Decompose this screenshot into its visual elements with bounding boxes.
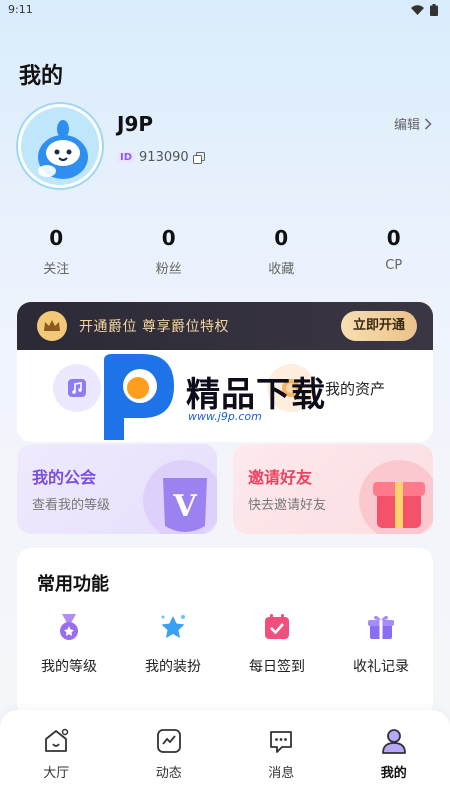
- svg-text:V: V: [172, 489, 197, 524]
- stat-favorites[interactable]: 0 收藏: [225, 226, 338, 277]
- status-bar: 9:11: [0, 0, 450, 22]
- user-icon: [379, 726, 409, 756]
- stat-label: CP: [385, 258, 403, 273]
- common-features-panel: 常用功能 我的等级 我的装扮 每日签到 收礼记录: [17, 548, 433, 718]
- tab-label: 消息: [268, 766, 295, 781]
- invite-gift-icon: [359, 460, 433, 534]
- vip-card: 开通爵位 尊享爵位特权 立即开通 我的空间 我的资产: [17, 302, 433, 442]
- page-title: 我的: [19, 64, 64, 89]
- tab-label: 动态: [155, 766, 182, 781]
- star-sparkle-icon: [156, 610, 190, 644]
- user-id: 913090: [139, 150, 189, 165]
- status-icons: [411, 4, 438, 16]
- activity-icon: [154, 726, 184, 756]
- calendar-check-icon: [260, 610, 294, 644]
- stat-cp[interactable]: 0 CP: [338, 226, 450, 277]
- edit-profile-link[interactable]: 编辑: [394, 114, 432, 133]
- chevron-right-icon: [424, 117, 432, 130]
- edit-label: 编辑: [393, 118, 420, 133]
- feature-my-outfit[interactable]: 我的装扮: [121, 610, 225, 676]
- feature-label: 每日签到: [249, 659, 305, 675]
- music-note-icon: [53, 364, 101, 412]
- gift-icon: [364, 610, 398, 644]
- chat-icon: [266, 726, 296, 756]
- feature-gift-records[interactable]: 收礼记录: [329, 610, 433, 676]
- assets-icon: [267, 364, 315, 412]
- tab-activity[interactable]: 动态: [113, 710, 226, 800]
- medal-icon: [52, 610, 86, 644]
- wifi-icon: [411, 5, 424, 15]
- invite-friends-card[interactable]: 邀请好友 快去邀请好友: [233, 444, 433, 534]
- feature-label: 收礼记录: [353, 659, 409, 675]
- guild-title: 我的公会: [32, 468, 97, 487]
- battery-icon: [430, 4, 438, 16]
- my-space-label: 我的空间: [111, 379, 172, 398]
- status-time: 9:11: [8, 3, 33, 16]
- stat-value: 0: [386, 226, 401, 250]
- stat-fans[interactable]: 0 粉丝: [113, 226, 226, 277]
- vip-banner[interactable]: 开通爵位 尊享爵位特权 立即开通: [17, 302, 433, 350]
- user-id-row: ID 913090: [117, 150, 205, 165]
- username: J9P: [117, 112, 154, 136]
- home-icon: [41, 726, 71, 756]
- avatar[interactable]: [18, 104, 102, 188]
- my-space-shortcut[interactable]: 我的空间: [53, 364, 171, 412]
- stat-following[interactable]: 0 关注: [0, 226, 113, 277]
- my-assets-shortcut[interactable]: 我的资产: [267, 364, 385, 412]
- feature-label: 我的等级: [41, 659, 97, 675]
- vip-shortcuts: 我的空间 我的资产: [17, 350, 433, 442]
- stat-value: 0: [161, 226, 176, 250]
- guild-subtitle: 查看我的等级: [32, 498, 111, 513]
- stat-value: 0: [274, 226, 289, 250]
- tab-label: 大厅: [43, 766, 70, 781]
- features-title: 常用功能: [37, 574, 109, 595]
- feature-daily-checkin[interactable]: 每日签到: [225, 610, 329, 676]
- stats-row: 0 关注 0 粉丝 0 收藏 0 CP: [0, 226, 450, 277]
- vip-banner-text: 开通爵位 尊享爵位特权: [79, 319, 229, 335]
- feature-label: 我的装扮: [145, 659, 201, 675]
- tab-lobby[interactable]: 大厅: [0, 710, 113, 800]
- tab-label: 我的: [380, 766, 407, 781]
- bottom-tab-bar: 大厅 动态 消息 我的: [0, 710, 450, 800]
- mascot-avatar-image: [21, 107, 99, 185]
- tab-messages[interactable]: 消息: [225, 710, 338, 800]
- feature-my-level[interactable]: 我的等级: [17, 610, 121, 676]
- invite-subtitle: 快去邀请好友: [248, 498, 327, 513]
- guild-card[interactable]: 我的公会 查看我的等级 V: [17, 444, 217, 534]
- open-vip-button[interactable]: 立即开通: [340, 311, 417, 341]
- stat-label: 关注: [43, 262, 70, 277]
- guild-v-icon: V: [143, 460, 217, 534]
- stat-value: 0: [49, 226, 64, 250]
- stat-label: 粉丝: [155, 262, 182, 277]
- my-assets-label: 我的资产: [325, 379, 386, 398]
- invite-title: 邀请好友: [248, 468, 313, 487]
- crown-icon: [37, 311, 67, 341]
- tab-mine[interactable]: 我的: [338, 710, 450, 800]
- copy-icon[interactable]: [192, 151, 205, 164]
- stat-label: 收藏: [268, 262, 295, 277]
- id-badge: ID: [117, 152, 136, 163]
